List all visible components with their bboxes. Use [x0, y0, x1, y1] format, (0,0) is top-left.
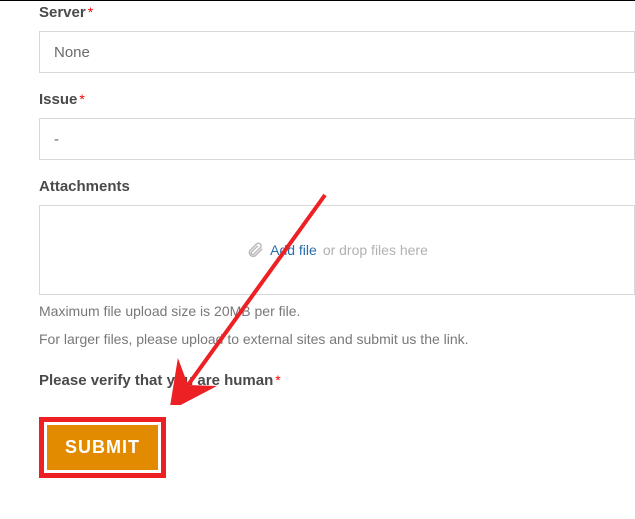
server-value: None: [54, 44, 90, 61]
paperclip-icon: [246, 241, 264, 259]
upload-help-1: Maximum file upload size is 20MB per fil…: [39, 301, 635, 323]
attachments-field: Attachments Add file or drop files here …: [39, 178, 635, 350]
issue-select[interactable]: -: [39, 118, 635, 160]
required-star: *: [88, 4, 93, 20]
required-star: *: [275, 372, 280, 388]
human-verify-text: Please verify that you are human: [39, 372, 273, 389]
attachments-label: Attachments: [39, 178, 635, 195]
issue-value: -: [54, 131, 59, 148]
form-panel: Server* None Issue* - Attachments Add fi…: [0, 0, 635, 478]
server-label-text: Server: [39, 4, 86, 21]
issue-field: Issue* -: [39, 91, 635, 160]
upload-help-2: For larger files, please upload to exter…: [39, 329, 635, 351]
required-star: *: [79, 91, 84, 107]
top-divider: [0, 0, 635, 1]
attachments-dropzone[interactable]: Add file or drop files here: [39, 205, 635, 295]
server-label: Server*: [39, 4, 635, 21]
human-verify-label: Please verify that you are human*: [39, 372, 635, 389]
submit-highlight-box: SUBMIT: [39, 417, 166, 478]
add-file-link[interactable]: Add file: [270, 242, 317, 258]
server-field: Server* None: [39, 4, 635, 73]
drop-files-hint: or drop files here: [323, 242, 428, 258]
issue-label: Issue*: [39, 91, 635, 108]
issue-label-text: Issue: [39, 91, 77, 108]
server-select[interactable]: None: [39, 31, 635, 73]
submit-button[interactable]: SUBMIT: [47, 425, 158, 470]
